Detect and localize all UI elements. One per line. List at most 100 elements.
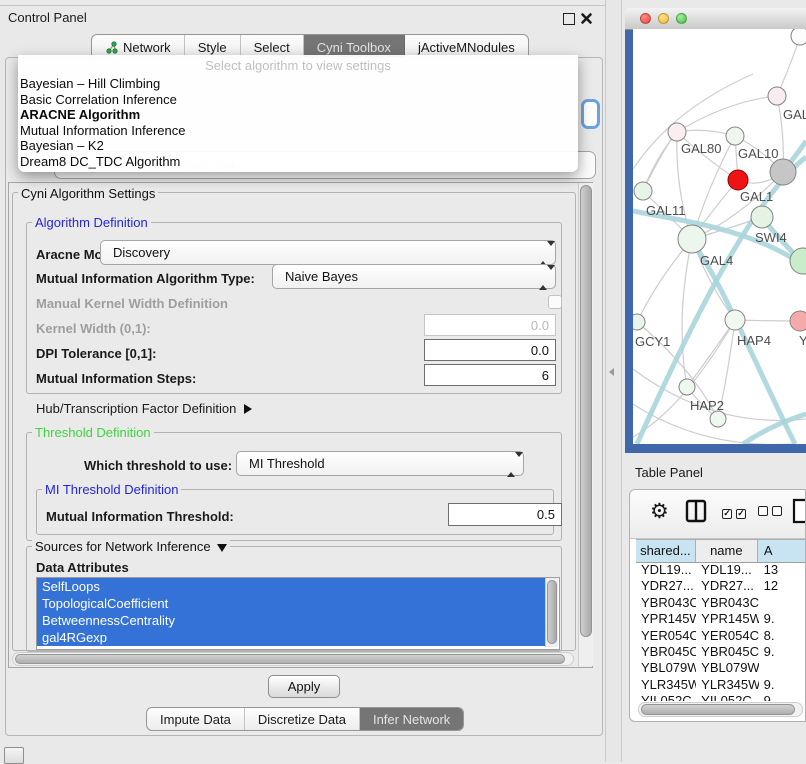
bottom-tabbar: Impute Data Discretize Data Infer Networ… (146, 707, 464, 731)
network-edge[interactable] (777, 36, 800, 96)
network-node[interactable] (790, 311, 806, 331)
table-body[interactable]: YDL19...YDL19...13YDR27...YDR27...12YBR0… (636, 562, 806, 701)
apply-button[interactable]: Apply (268, 675, 340, 698)
attribute-list-item[interactable]: gal4RGexp (37, 629, 546, 646)
dpi-tolerance-field[interactable]: 0.0 (424, 339, 556, 361)
table-horizontal-scrollbar-thumb[interactable] (641, 704, 795, 715)
settings-vertical-scrollbar-thumb[interactable] (580, 185, 592, 637)
algorithm-option[interactable]: ARACNE Algorithm (18, 107, 578, 123)
table-row[interactable]: YBL079WYBL079W (636, 660, 806, 676)
mi-algorithm-type-combo[interactable]: Naive Bayes (272, 264, 556, 289)
network-edge[interactable] (637, 239, 692, 322)
splitter-collapse-icon[interactable] (609, 368, 614, 376)
algorithm-option[interactable]: Bayesian – K2 (18, 138, 578, 154)
hub-definition-expander[interactable]: Hub/Transcription Factor Definition (36, 401, 252, 416)
attributes-list-scrollbar[interactable] (545, 578, 558, 647)
gear-icon[interactable]: ⚙ (650, 498, 669, 526)
network-node[interactable] (633, 314, 645, 330)
sources-expander[interactable]: Sources for Network Inference (32, 539, 230, 554)
table-row[interactable]: YPR145WYPR145W9. (636, 611, 806, 627)
minimize-window-icon[interactable] (658, 13, 669, 24)
table-cell: YPR145W (696, 611, 759, 627)
aracne-mode-value: Discovery (113, 245, 170, 260)
panel-splitter[interactable] (605, 0, 622, 762)
which-threshold-label: Which threshold to use: (84, 458, 232, 473)
mi-steps-field[interactable]: 6 (424, 364, 556, 386)
attributes-list-scrollbar-thumb[interactable] (547, 580, 557, 644)
attribute-list-item[interactable]: BetweennessCentrality (37, 612, 546, 629)
attribute-list-item[interactable]: TopologicalCoefficient (37, 595, 546, 612)
algorithm-option[interactable]: Dream8 DC_TDC Algorithm (18, 154, 578, 170)
algorithm-dropdown-placeholder: Select algorithm to view settings (18, 55, 578, 76)
inference-algorithm-combo-sliver[interactable] (581, 99, 600, 129)
mi-threshold-field[interactable]: 0.5 (448, 503, 562, 526)
select-all-columns-icon[interactable]: ✓✓ (722, 504, 746, 519)
network-edge[interactable] (677, 96, 777, 132)
network-node[interactable] (678, 225, 706, 253)
network-node[interactable] (768, 87, 786, 105)
column-header-partial[interactable]: A (758, 539, 806, 562)
network-node[interactable] (728, 170, 748, 190)
zoom-window-icon[interactable] (676, 13, 687, 24)
algorithm-option[interactable]: Bayesian – Hill Climbing (18, 76, 578, 92)
network-node[interactable] (634, 182, 652, 200)
unselect-all-columns-icon[interactable] (758, 504, 782, 519)
network-window-titlebar[interactable] (625, 8, 806, 30)
network-node[interactable] (791, 29, 806, 45)
network-node-label: GAL11 (646, 203, 686, 218)
docked-panel-icon[interactable] (4, 747, 24, 764)
network-node[interactable] (725, 310, 745, 330)
network-edge[interactable] (643, 132, 677, 191)
network-edge[interactable] (643, 132, 677, 191)
table-row[interactable]: YER054CYER054C8. (636, 628, 806, 644)
settings-horizontal-scrollbar[interactable] (12, 652, 574, 666)
manual-kernel-width-checkbox[interactable] (548, 295, 562, 309)
split-columns-icon[interactable] (685, 499, 707, 523)
mi-threshold-label: Mutual Information Threshold: (46, 509, 234, 524)
tab-impute-data[interactable]: Impute Data (147, 708, 245, 730)
network-node-label: HAP2 (690, 398, 724, 413)
table-cell: YDR27... (636, 578, 696, 594)
settings-vertical-scrollbar[interactable] (578, 183, 593, 666)
new-table-icon[interactable] (792, 498, 806, 524)
column-header-shared-name[interactable]: shared... (636, 539, 696, 562)
collapsed-arrow-icon (244, 404, 252, 414)
table-row[interactable]: YDL19...YDL19...13 (636, 562, 806, 578)
data-attributes-list[interactable]: SelfLoopsTopologicalCoefficientBetweenne… (36, 577, 560, 650)
network-node[interactable] (751, 206, 773, 228)
float-panel-icon[interactable] (563, 13, 575, 25)
table-cell: YLR345W (636, 677, 696, 693)
tab-discretize-data[interactable]: Discretize Data (245, 708, 360, 730)
table-cell (759, 595, 806, 611)
network-node[interactable] (710, 411, 726, 427)
tab-infer-network[interactable]: Infer Network (360, 708, 463, 730)
network-node-label: HAP4 (737, 333, 771, 348)
network-node[interactable] (726, 127, 744, 145)
table-row[interactable]: YBR045CYBR045C9. (636, 644, 806, 660)
table-row[interactable]: YBR043CYBR043C (636, 595, 806, 611)
table-row[interactable]: YIL052CYIL052C9. (636, 693, 806, 701)
aracne-mode-combo[interactable]: Discovery (100, 240, 556, 265)
table-row[interactable]: YLR345WYLR345W9. (636, 677, 806, 693)
table-row[interactable]: YDR27...YDR27...12 (636, 578, 806, 594)
network-view-canvas[interactable]: GALGAL80GAL10GAL1GAL11SWI4GAL4GCY1HAP4YH… (633, 29, 806, 444)
attribute-list-item[interactable]: SelfLoops (37, 578, 546, 595)
table-cell: YER054C (636, 628, 696, 644)
settings-horizontal-scrollbar-thumb[interactable] (15, 654, 565, 664)
table-cell: 9. (759, 611, 806, 627)
network-node[interactable] (770, 159, 796, 185)
close-window-icon[interactable] (640, 13, 651, 24)
kernel-width-field[interactable]: 0.0 (424, 314, 556, 336)
network-edge[interactable] (682, 239, 692, 387)
algorithm-option[interactable]: Basic Correlation Inference (18, 92, 578, 108)
network-edge[interactable] (687, 320, 735, 387)
table-panel: ⚙ ✓✓ shared... name A YDL19...YDL19...13… (629, 489, 806, 722)
expanded-arrow-icon (217, 544, 227, 552)
close-panel-icon[interactable] (580, 12, 593, 25)
table-horizontal-scrollbar[interactable] (638, 702, 803, 717)
network-node[interactable] (679, 379, 695, 395)
which-threshold-combo[interactable]: MI Threshold (236, 451, 524, 476)
network-node[interactable] (668, 123, 686, 141)
algorithm-option[interactable]: Mutual Information Inference (18, 123, 578, 139)
column-header-name[interactable]: name (696, 539, 758, 562)
